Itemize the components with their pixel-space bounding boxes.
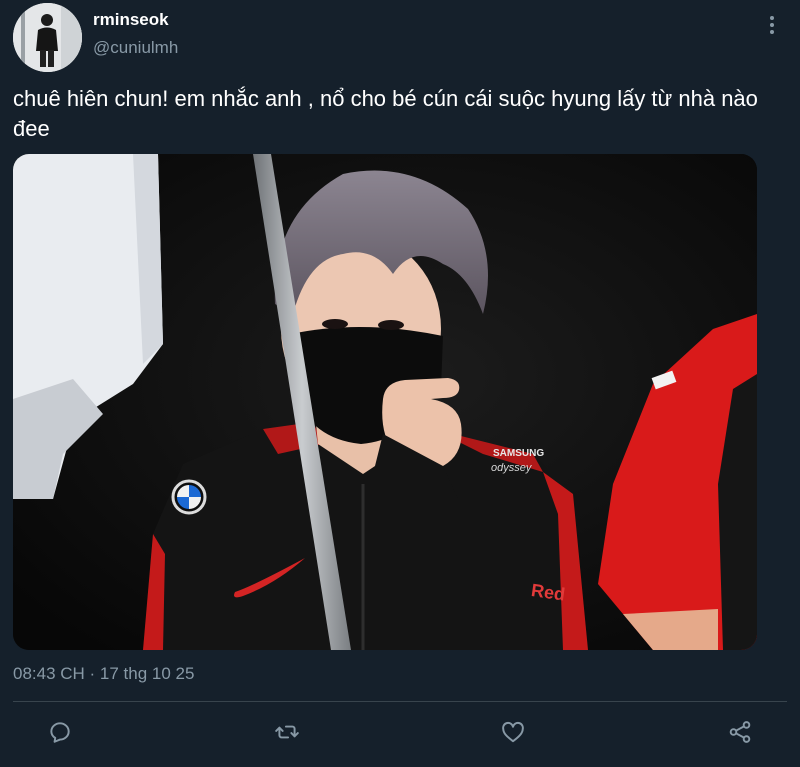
author-display-name[interactable]: rminseok: [93, 10, 169, 30]
tweet-card: rminseok @cuniulmh chuê hiên chun! em nh…: [0, 0, 800, 767]
avatar-image: [13, 3, 82, 72]
retweet-icon[interactable]: [271, 716, 303, 748]
tweet-text: chuê hiên chun! em nhắc anh , nổ cho bé …: [13, 86, 758, 141]
divider: [13, 701, 787, 702]
jersey-sponsor-2: odyssey: [491, 462, 533, 474]
tweet-timestamp[interactable]: 08:43 CH · 17 thg 10 25: [13, 664, 194, 684]
photo-illustration: SAMSUNG odyssey Red: [13, 154, 757, 650]
tweet-photo[interactable]: SAMSUNG odyssey Red: [13, 154, 757, 650]
jersey-sponsor-1: SAMSUNG: [493, 448, 544, 459]
heart-icon[interactable]: [497, 716, 529, 748]
reply-icon[interactable]: [44, 716, 76, 748]
share-icon[interactable]: [724, 716, 756, 748]
avatar[interactable]: [13, 3, 82, 72]
author-handle[interactable]: @cuniulmh: [93, 38, 178, 58]
more-options-icon[interactable]: [760, 12, 784, 38]
